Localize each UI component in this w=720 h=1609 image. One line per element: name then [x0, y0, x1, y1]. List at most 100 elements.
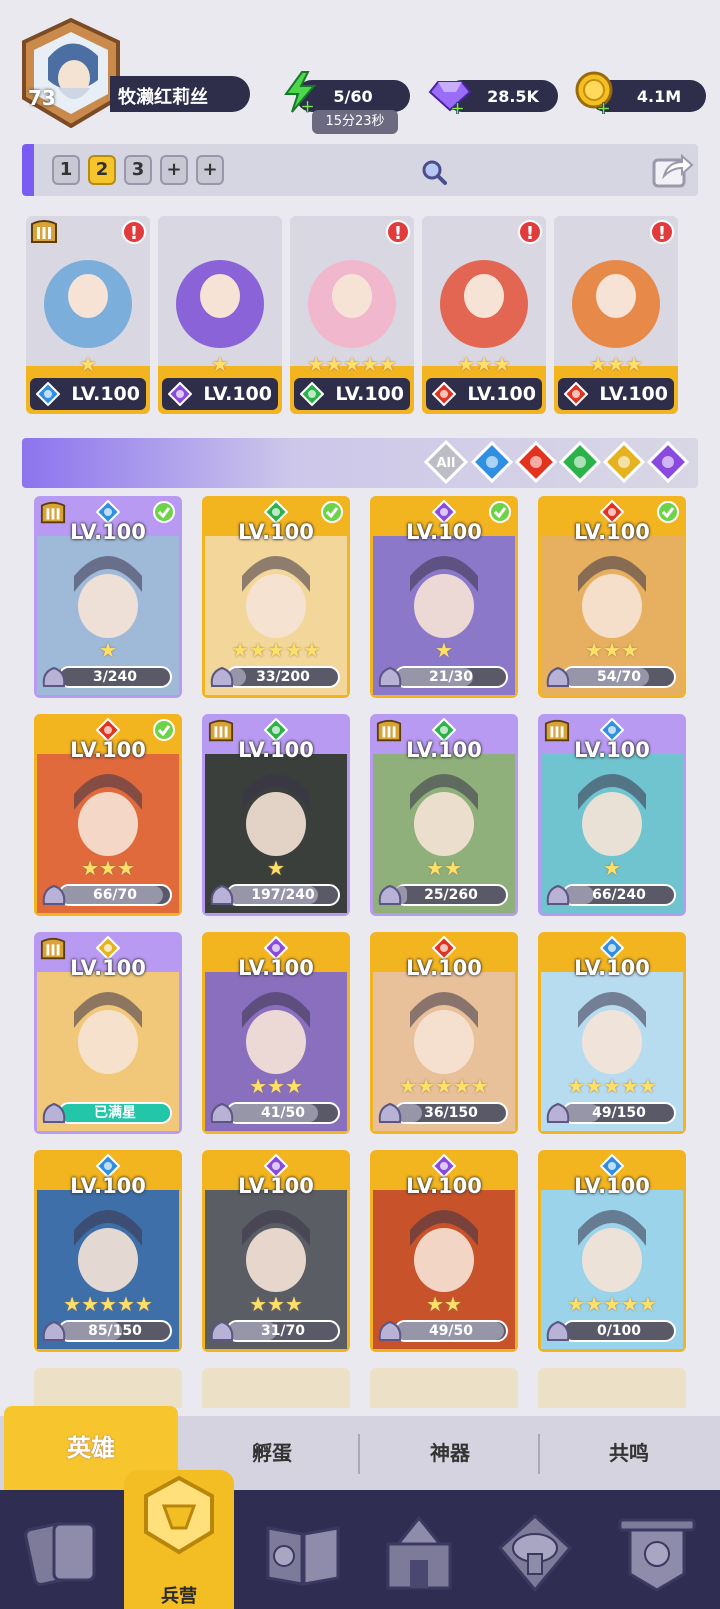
hero-level: LV.100 [70, 956, 146, 980]
barracks-icon [144, 1475, 214, 1555]
shard-icon [378, 666, 402, 687]
hero-card[interactable]: LV.100 已满星 [34, 932, 182, 1134]
player-level: 73 [28, 86, 56, 110]
cards-icon[interactable] [18, 1508, 108, 1598]
filter-dark-icon[interactable] [646, 440, 690, 484]
coin-icon: + [575, 71, 613, 114]
shard-progress-text: 85/150 [88, 1323, 142, 1339]
hero-level: LV.100 [238, 520, 314, 544]
filter-water-icon[interactable] [470, 440, 514, 484]
shard-progress-text: 21/30 [428, 669, 474, 685]
team-hero-card[interactable]: ★ LV.100 [158, 216, 282, 414]
hero-card[interactable]: LV.100 ★★★ 66/70 [34, 714, 182, 916]
hero-level: LV.100 [467, 383, 536, 405]
share-icon[interactable] [650, 150, 694, 190]
shard-progress-text: 49/50 [428, 1323, 474, 1339]
star-rating: ★ [267, 856, 285, 880]
filter-all-label: All [437, 456, 456, 471]
hero-card[interactable]: LV.100 ★★★ 41/50 [202, 932, 350, 1134]
shard-progress-bar: 85/150 [58, 1320, 172, 1342]
hero-card[interactable]: LV.100 ★ 66/240 [538, 714, 686, 916]
star-rating: ★★★★★ [399, 1074, 489, 1098]
hero-card-partial [202, 1368, 350, 1408]
hero-card[interactable]: LV.100 ★★★★★ 0/100 [538, 1150, 686, 1352]
filter-fire-icon[interactable] [514, 440, 558, 484]
castle-icon[interactable] [374, 1508, 464, 1598]
player-avatar[interactable] [18, 18, 124, 128]
team-slot-tab[interactable]: 2 [88, 155, 116, 185]
hero-card[interactable]: LV.100 ★ 3/240 [34, 496, 182, 698]
shard-progress-bar: 25/260 [394, 884, 508, 906]
shard-progress-bar: 36/150 [394, 1102, 508, 1124]
filter-light-icon[interactable] [602, 440, 646, 484]
star-rating: ★★ [426, 856, 462, 880]
shard-progress-text: 66/70 [92, 887, 138, 903]
shard-progress-text: 54/70 [596, 669, 642, 685]
hero-level: LV.100 [574, 738, 650, 762]
team-slot-tab[interactable]: 3 [124, 155, 152, 185]
shard-icon [378, 884, 402, 905]
search-icon[interactable] [420, 158, 448, 186]
star-rating: ★★★ [585, 638, 639, 662]
shard-progress-text: 36/150 [424, 1105, 478, 1121]
fire-element-icon [564, 382, 588, 406]
hero-card[interactable]: LV.100 ★ 197/240 [202, 714, 350, 916]
shard-progress-text: 41/50 [260, 1105, 306, 1121]
shard-icon [42, 884, 66, 905]
hero-level: LV.100 [70, 738, 146, 762]
filter-all-icon[interactable]: All [424, 440, 468, 484]
team-hero-card[interactable]: ! ★ LV.100 [26, 216, 150, 414]
shard-progress-bar: 54/70 [562, 666, 676, 688]
player-name[interactable]: 牧濑红莉丝 [118, 83, 208, 109]
hero-level: LV.100 [70, 520, 146, 544]
hero-card[interactable]: LV.100 ★★ 25/260 [370, 714, 518, 916]
hero-card[interactable]: LV.100 ★★★ 31/70 [202, 1150, 350, 1352]
team-hero-card[interactable]: ! ★★★ LV.100 [422, 216, 546, 414]
shard-icon [42, 1102, 66, 1123]
coin-value: 4.1M [636, 86, 682, 106]
energy-value: 5/60 [333, 86, 373, 106]
shard-progress-bar: 197/240 [226, 884, 340, 906]
hero-level: LV.100 [574, 520, 650, 544]
shard-progress-bar: 21/30 [394, 666, 508, 688]
hero-level: LV.100 [238, 956, 314, 980]
hero-level: LV.100 [70, 1174, 146, 1198]
tab-divider [358, 1434, 360, 1474]
hero-card-partial [34, 1368, 182, 1408]
shard-progress-bar: 0/100 [562, 1320, 676, 1342]
shard-progress-text: 25/260 [424, 887, 478, 903]
team-hero-card[interactable]: ! ★★★★★ LV.100 [290, 216, 414, 414]
star-rating: ★★★★★ [307, 352, 397, 376]
shard-icon [42, 666, 66, 687]
hero-card[interactable]: LV.100 ★★★★★ 33/200 [202, 496, 350, 698]
book-icon[interactable] [258, 1508, 348, 1598]
nav-barracks-label: 兵营 [161, 1586, 197, 1607]
hero-card[interactable]: LV.100 ★★★★★ 36/150 [370, 932, 518, 1134]
hero-level: LV.100 [599, 383, 668, 405]
tab-artifacts[interactable]: 神器 [362, 1416, 538, 1490]
team-slot-add-button[interactable]: + [160, 155, 188, 185]
team-slot-tab[interactable]: 1 [52, 155, 80, 185]
shard-icon [546, 1102, 570, 1123]
hero-level: LV.100 [574, 1174, 650, 1198]
tab-resonance[interactable]: 共鸣 [542, 1416, 716, 1490]
hero-card[interactable]: LV.100 ★★★★★ 49/150 [538, 932, 686, 1134]
hero-card[interactable]: LV.100 ★★★ 54/70 [538, 496, 686, 698]
hero-card[interactable]: LV.100 ★★★★★ 85/150 [34, 1150, 182, 1352]
shard-icon [378, 1320, 402, 1341]
shard-progress-text: 49/150 [592, 1105, 646, 1121]
filter-nature-icon[interactable] [558, 440, 602, 484]
svg-text:+: + [450, 98, 465, 114]
team-hero-card[interactable]: ! ★★★ LV.100 [554, 216, 678, 414]
banner-icon[interactable] [612, 1508, 702, 1598]
star-rating: ★★★★★ [567, 1074, 657, 1098]
hero-card[interactable]: LV.100 ★ 21/30 [370, 496, 518, 698]
shard-progress-bar: 已满星 [58, 1102, 172, 1124]
hero-card-partial [370, 1368, 518, 1408]
star-rating: ★★★★★ [63, 1292, 153, 1316]
mushroom-icon[interactable] [490, 1508, 580, 1598]
nature-element-icon [300, 382, 324, 406]
team-slot-add-button[interactable]: + [196, 155, 224, 185]
hero-card[interactable]: LV.100 ★★ 49/50 [370, 1150, 518, 1352]
shard-progress-text: 66/240 [592, 887, 646, 903]
